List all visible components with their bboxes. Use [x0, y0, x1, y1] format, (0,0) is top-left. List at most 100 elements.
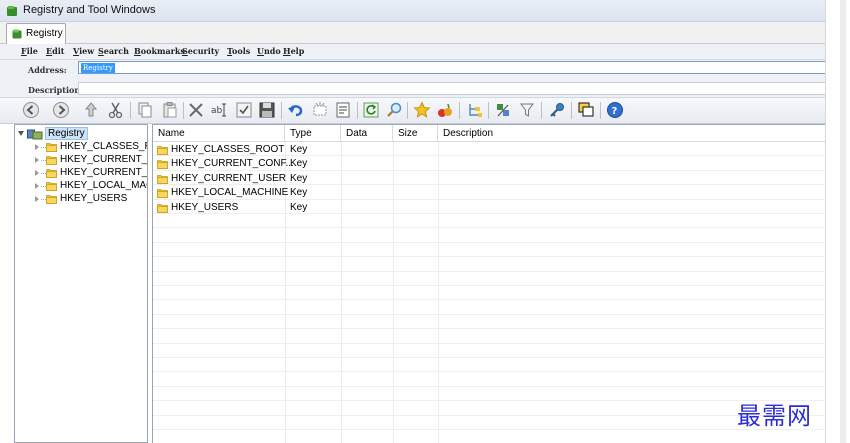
page-edge	[826, 0, 850, 443]
forward-icon[interactable]	[52, 101, 70, 119]
tree-node-hkey-local-machine[interactable]: HKEY_LOCAL_MACHINE	[33, 180, 147, 193]
toolbar-separator	[130, 102, 131, 119]
registry-root-icon	[27, 129, 43, 140]
registry-tab-icon	[12, 29, 22, 39]
row-name: HKEY_LOCAL_MACHINE	[171, 187, 289, 199]
tools-icon[interactable]	[436, 101, 454, 119]
menu-security[interactable]: Security	[182, 46, 219, 56]
description-label: Description	[28, 85, 81, 95]
row-type: Key	[290, 201, 308, 213]
menu-help[interactable]: Help	[283, 46, 304, 56]
toolbar-separator	[488, 102, 489, 119]
app-window: Registry and Tool Windows Registry File …	[0, 0, 826, 443]
new-key-icon[interactable]	[311, 101, 329, 119]
registry-list[interactable]: Name Type Data Size Description HKEY_CLA…	[152, 124, 825, 443]
collapse-arrow-icon[interactable]	[35, 157, 39, 163]
tree-node-label: HKEY_CLASSES_ROOT	[60, 141, 147, 152]
folder-icon	[46, 181, 57, 191]
toolbar-separator	[407, 102, 408, 119]
menu-view[interactable]: View	[73, 46, 94, 56]
collapse-arrow-icon[interactable]	[35, 144, 39, 150]
svg-text:ab: ab	[211, 106, 223, 116]
save-icon[interactable]	[258, 101, 276, 119]
row-type: Key	[290, 144, 308, 155]
help-icon[interactable]: ?	[606, 101, 624, 119]
folder-icon	[157, 188, 168, 198]
registry-app-icon	[7, 6, 17, 16]
row-name: HKEY_USERS	[171, 201, 239, 213]
tree-node-label: HKEY_CURRENT_CONFIG	[60, 154, 148, 165]
window-title: Registry and Tool Windows	[23, 4, 156, 16]
key-icon[interactable]	[548, 101, 566, 119]
folder-icon	[157, 145, 168, 155]
registry-tree[interactable]: Registry HKEY_CLASSES_ROOT HKEY_CURRENT_…	[14, 124, 148, 443]
menu-edit[interactable]: Edit	[46, 46, 64, 56]
menu-tools[interactable]: Tools	[227, 46, 250, 56]
cut-icon[interactable]	[107, 101, 125, 119]
folder-icon	[157, 159, 168, 169]
column-header-name[interactable]: Name	[153, 125, 285, 142]
tree-node-hkey-classes-root[interactable]: HKEY_CLASSES_ROOT	[33, 141, 147, 154]
tree-node-label: HKEY_LOCAL_MACHINE	[60, 180, 147, 191]
paste-icon[interactable]	[161, 101, 179, 119]
row-type: Key	[290, 158, 308, 170]
menu-bookmarks[interactable]: Bookmarks	[134, 46, 185, 56]
title-bar: Registry and Tool Windows	[0, 0, 825, 22]
row-name: HKEY_CLASSES_ROOT	[171, 144, 285, 155]
rename-icon[interactable]: ab	[210, 101, 228, 119]
collapse-arrow-icon[interactable]	[35, 183, 39, 189]
find-icon[interactable]	[385, 101, 403, 119]
tree-node-label: HKEY_USERS	[60, 193, 128, 204]
folder-icon	[46, 142, 57, 152]
toolbar-separator	[600, 102, 601, 119]
folder-icon	[46, 168, 57, 178]
column-header-size[interactable]: Size	[393, 125, 438, 142]
menu-search[interactable]: Search	[98, 46, 129, 56]
toolbar-separator	[183, 102, 184, 119]
expand-arrow-icon[interactable]	[18, 131, 24, 136]
row-name: HKEY_CURRENT_CONF...	[171, 158, 294, 170]
registry-tool-icon[interactable]	[494, 101, 512, 119]
tree-node-label: HKEY_CURRENT_USER	[60, 167, 148, 178]
tree-node-hkey-users[interactable]: HKEY_USERS	[33, 193, 147, 206]
tab-bar: Registry	[0, 22, 825, 44]
menu-undo[interactable]: Undo	[257, 46, 281, 56]
tree-node-hkey-current-config[interactable]: HKEY_CURRENT_CONFIG	[33, 154, 148, 167]
properties-icon[interactable]	[334, 101, 352, 119]
filter-icon[interactable]	[518, 101, 536, 119]
tree-root-label: Registry	[45, 127, 88, 140]
description-input[interactable]	[78, 82, 825, 95]
check-icon[interactable]	[235, 101, 253, 119]
up-icon[interactable]	[82, 101, 100, 119]
column-header-data[interactable]: Data	[341, 125, 393, 142]
refresh-icon[interactable]	[362, 101, 380, 119]
folder-icon	[157, 174, 168, 184]
menu-bar: File Edit View Search Bookmarks Security…	[0, 44, 825, 60]
bookmark-star-icon[interactable]	[413, 101, 431, 119]
tree-node-hkey-current-user[interactable]: HKEY_CURRENT_USER	[33, 167, 148, 180]
menu-file[interactable]: File	[21, 46, 38, 56]
delete-icon[interactable]	[187, 101, 205, 119]
column-header-description[interactable]: Description	[438, 125, 825, 142]
toolbar-separator	[357, 102, 358, 119]
toolbar-separator	[571, 102, 572, 119]
folder-icon	[46, 194, 57, 204]
tab-registry[interactable]: Registry	[6, 23, 66, 44]
address-label: Address:	[28, 65, 67, 75]
address-value: Registry	[81, 63, 115, 73]
back-icon[interactable]	[22, 101, 40, 119]
collapse-arrow-icon[interactable]	[35, 196, 39, 202]
row-type: Key	[290, 172, 308, 184]
toolbar-separator	[459, 102, 460, 119]
copy-icon[interactable]	[136, 101, 154, 119]
column-header-type[interactable]: Type	[285, 125, 341, 142]
folder-icon	[157, 203, 168, 213]
tab-label: Registry	[26, 28, 63, 39]
tree-icon[interactable]	[465, 101, 483, 119]
undo-icon[interactable]	[287, 101, 305, 119]
row-type: Key	[290, 187, 308, 199]
address-input[interactable]: Registry	[78, 61, 825, 74]
collapse-arrow-icon[interactable]	[35, 170, 39, 176]
windows-icon[interactable]	[577, 101, 595, 119]
row-name: HKEY_CURRENT_USER	[171, 172, 287, 184]
